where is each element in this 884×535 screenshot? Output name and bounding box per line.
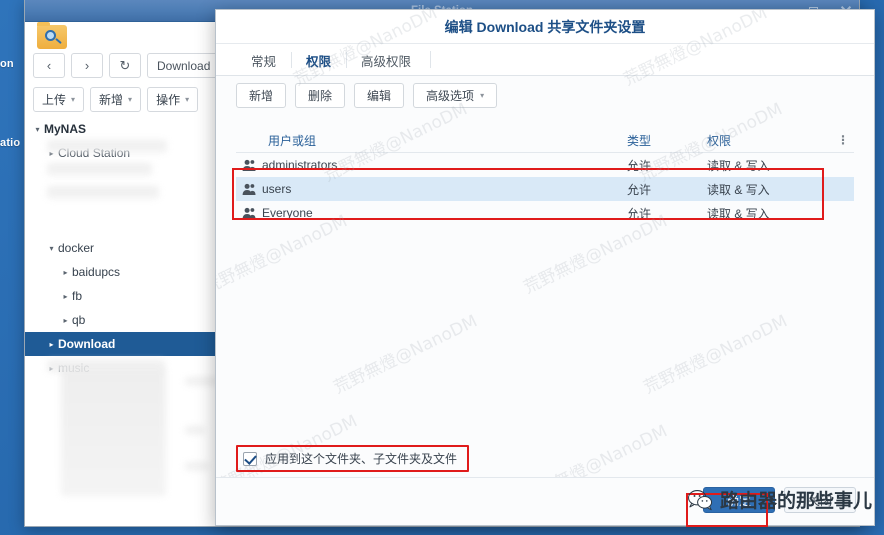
column-header-permission[interactable]: 权限 <box>707 132 832 149</box>
file-station-sidebar: ‹ › ↻ Download 上传 ▾ 新增 ▾ 操作 ▾ ▾ MyNAS ▸ … <box>25 22 245 526</box>
cell-name: administrators <box>236 158 627 172</box>
table-row[interactable]: administrators 允许 读取 & 写入 <box>236 153 854 177</box>
tree-item-qb[interactable]: ▸ qb <box>25 308 220 332</box>
permissions-table: 用户或组 类型 权限 ⋮ administrators 允许 读取 & 写入 user… <box>236 128 854 225</box>
tree-item-docker[interactable]: ▾ docker <box>25 236 220 260</box>
user-group-icon <box>236 207 262 220</box>
column-header-type[interactable]: 类型 <box>627 132 707 149</box>
tab-divider <box>430 51 431 68</box>
redacted-tree-group <box>61 368 166 496</box>
file-station-toolbar: 上传 ▾ 新增 ▾ 操作 ▾ <box>33 87 199 112</box>
delete-button[interactable]: 删除 <box>295 82 346 108</box>
redacted-tree-item <box>185 426 205 435</box>
redacted-tree-item <box>185 462 209 471</box>
tab-permissions-label: 权限 <box>306 54 332 69</box>
column-options-icon[interactable]: ⋮ <box>832 133 854 147</box>
chevron-down-icon[interactable]: ▾ <box>31 125 44 134</box>
advanced-options-label: 高级选项 <box>426 88 475 103</box>
redacted-tree-item <box>47 140 167 153</box>
create-button-label: 新增 <box>99 93 124 107</box>
table-row[interactable]: Everyone 允许 读取 & 写入 <box>236 201 854 225</box>
table-body: administrators 允许 读取 & 写入 users 允许 读取 & 写入 Eve… <box>236 153 854 225</box>
tree-item-fb[interactable]: ▸ fb <box>25 284 220 308</box>
desktop-label-2: atio <box>0 137 21 149</box>
watermark-text: 荒野無燈@NanoDM <box>330 311 481 399</box>
chevron-right-icon[interactable]: ▸ <box>59 292 72 301</box>
navigation-bar: ‹ › ↻ Download <box>33 53 245 78</box>
refresh-button[interactable]: ↻ <box>109 53 141 78</box>
chevron-down-icon: ▾ <box>128 95 133 104</box>
redacted-tree-item <box>185 377 219 386</box>
ok-button[interactable]: 确定 <box>703 487 775 513</box>
upload-button-label: 上传 <box>42 93 67 107</box>
edit-button-label: 编辑 <box>367 88 392 103</box>
table-row[interactable]: users 允许 读取 & 写入 <box>236 177 854 201</box>
edit-shared-folder-dialog: 编辑 Download 共享文件夹设置 常规 权限 高级权限 新增 删除 编辑 … <box>215 9 875 526</box>
desktop-label-1: on <box>0 58 14 70</box>
cell-name-label: users <box>262 182 292 196</box>
tree-item-download[interactable]: ▸ Download <box>25 332 220 356</box>
delete-button-label: 删除 <box>308 88 333 103</box>
tree-item-label: Download <box>58 337 116 351</box>
cell-name: users <box>236 182 627 196</box>
tab-general[interactable]: 常规 <box>236 45 291 75</box>
action-button[interactable]: 操作 ▾ <box>147 87 199 112</box>
back-button[interactable]: ‹ <box>33 53 65 78</box>
dialog-footer-buttons: 确定 关闭 <box>703 487 856 513</box>
column-header-name[interactable]: 用户或组 <box>236 132 627 149</box>
chevron-down-icon: ▾ <box>185 95 190 104</box>
redacted-tree-item <box>47 186 159 199</box>
action-button-label: 操作 <box>156 93 181 107</box>
tab-permissions[interactable]: 权限 <box>291 45 346 81</box>
redacted-tree-item <box>47 163 152 176</box>
cell-permission: 读取 & 写入 <box>707 182 770 197</box>
create-button[interactable]: 新增 ▾ <box>90 87 142 112</box>
add-button[interactable]: 新增 <box>236 82 287 108</box>
forward-button[interactable]: › <box>71 53 103 78</box>
chevron-down-icon: ▾ <box>71 95 76 104</box>
dialog-header: 编辑 Download 共享文件夹设置 <box>216 10 874 44</box>
user-group-icon <box>236 159 262 172</box>
tree-item-label: baidupcs <box>72 265 121 279</box>
chevron-down-icon[interactable]: ▾ <box>45 244 58 253</box>
chevron-right-icon[interactable]: ▸ <box>59 316 72 325</box>
cell-name-label: administrators <box>262 158 338 172</box>
tab-advanced-permissions[interactable]: 高级权限 <box>346 45 426 75</box>
dialog-title: 编辑 Download 共享文件夹设置 <box>444 18 646 35</box>
tree-item-label: fb <box>72 289 83 303</box>
cell-permission: 读取 & 写入 <box>707 206 770 221</box>
chevron-down-icon: ▾ <box>480 90 485 100</box>
upload-button[interactable]: 上传 ▾ <box>33 87 85 112</box>
edit-button[interactable]: 编辑 <box>354 82 405 108</box>
watermark-text: 荒野無燈@NanoDM <box>640 311 791 399</box>
chevron-right-icon[interactable]: ▸ <box>45 340 58 349</box>
tree-item-label: qb <box>72 313 86 327</box>
dialog-footer: 确定 关闭 <box>216 477 874 525</box>
cancel-button[interactable]: 关闭 <box>784 487 856 513</box>
tab-general-label: 常规 <box>251 54 277 69</box>
cell-name-label: Everyone <box>262 206 313 220</box>
table-header-row: 用户或组 类型 权限 ⋮ <box>236 128 854 153</box>
add-button-label: 新增 <box>249 88 274 103</box>
file-station-icon <box>37 22 67 49</box>
cell-type: 允许 <box>627 206 652 221</box>
user-group-icon <box>236 183 262 196</box>
apply-to-subfolders-label[interactable]: 应用到这个文件夹、子文件夹及文件 <box>265 450 457 467</box>
apply-to-subfolders-checkbox[interactable] <box>243 451 257 466</box>
cell-permission: 读取 & 写入 <box>707 158 770 173</box>
dialog-tabs: 常规 权限 高级权限 <box>216 44 874 81</box>
tree-item-label: docker <box>58 241 95 255</box>
permissions-toolbar: 新增 删除 编辑 高级选项 ▾ <box>216 76 874 114</box>
tree-item-mynas[interactable]: ▾ MyNAS <box>25 117 220 141</box>
advanced-options-button[interactable]: 高级选项 ▾ <box>413 82 498 108</box>
chevron-right-icon[interactable]: ▸ <box>59 268 72 277</box>
dialog-bottom: 应用到这个文件夹、子文件夹及文件 确定 关闭 <box>216 445 874 525</box>
tab-advanced-permissions-label: 高级权限 <box>361 54 412 69</box>
tree-item-label: MyNAS <box>44 122 87 136</box>
tree-item-baidupcs[interactable]: ▸ baidupcs <box>25 260 220 284</box>
cell-type: 允许 <box>627 182 652 197</box>
cell-name: Everyone <box>236 206 627 220</box>
apply-to-subfolders-row[interactable]: 应用到这个文件夹、子文件夹及文件 <box>236 445 470 472</box>
cell-type: 允许 <box>627 158 652 173</box>
